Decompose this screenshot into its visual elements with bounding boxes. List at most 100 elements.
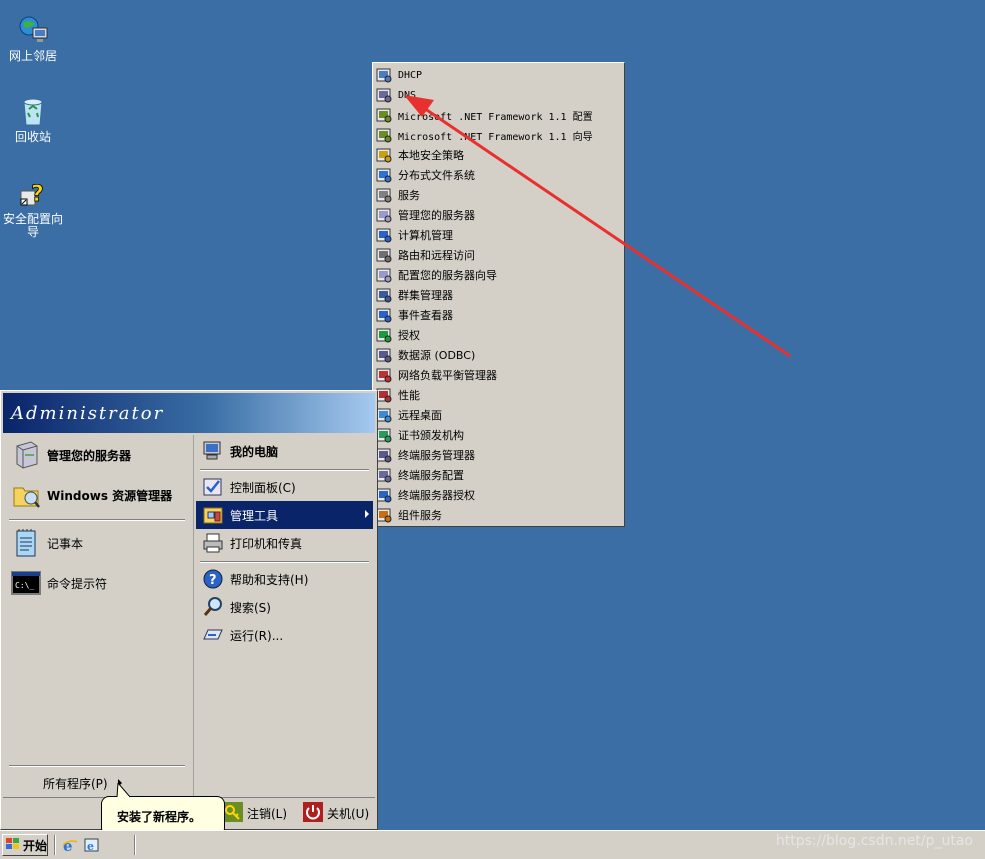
admin-tool-item-16[interactable]: 性能 — [373, 385, 624, 405]
desktop-icon-label: 网上邻居 — [8, 49, 57, 63]
admin-tool-item-20[interactable]: 终端服务配置 — [373, 465, 624, 485]
start-item-manage-server[interactable]: 管理您的服务器 — [7, 437, 189, 473]
admin-tool-label: 授权 — [398, 329, 420, 342]
admin-tool-label: 终端服务器授权 — [398, 489, 475, 502]
start-right-item-6[interactable]: 运行(R)... — [196, 621, 373, 649]
svg-text:e: e — [63, 837, 73, 853]
start-item-windows-explorer[interactable]: Windows 资源管理器 — [7, 477, 189, 513]
admin-tool-label: 群集管理器 — [398, 289, 453, 302]
admin-tool-item-14[interactable]: 数据源 (ODBC) — [373, 345, 624, 365]
internet-explorer-icon[interactable]: e — [62, 837, 78, 855]
start-right-item-1[interactable]: 控制面板(C) — [196, 473, 373, 501]
windows-logo-icon — [5, 837, 21, 854]
admin-tool-item-3[interactable]: Microsoft .NET Framework 1.1 向导 — [373, 125, 624, 145]
admin-tool-icon — [376, 387, 392, 403]
control-panel-icon — [202, 476, 224, 498]
start-button[interactable]: 开始 — [2, 834, 48, 856]
balloon-text: 安装了新程序。 — [117, 810, 202, 824]
admin-tool-item-9[interactable]: 路由和远程访问 — [373, 245, 624, 265]
admin-tool-item-11[interactable]: 群集管理器 — [373, 285, 624, 305]
taskbar-divider — [54, 835, 56, 855]
admin-tool-item-12[interactable]: 事件查看器 — [373, 305, 624, 325]
admin-tool-label: 终端服务管理器 — [398, 449, 475, 462]
my-computer-icon — [202, 440, 224, 462]
start-right-item-3[interactable]: 打印机和传真 — [196, 529, 373, 557]
admin-tool-label: 计算机管理 — [398, 229, 453, 242]
desktop-icon-label: 回收站 — [14, 130, 51, 144]
start-right-item-label: 搜索(S) — [230, 600, 271, 615]
search-icon — [202, 596, 224, 618]
admin-tool-item-1[interactable]: DNS — [373, 85, 624, 105]
admin-tool-label: DNS — [398, 89, 417, 101]
logoff-button[interactable]: 注销(L) — [223, 802, 287, 825]
start-item-label: Windows 资源管理器 — [47, 488, 173, 503]
admin-tool-item-18[interactable]: 证书颁发机构 — [373, 425, 624, 445]
admin-tool-item-8[interactable]: 计算机管理 — [373, 225, 624, 245]
start-right-item-2[interactable]: 管理工具 — [196, 501, 373, 529]
admin-tool-item-10[interactable]: 配置您的服务器向导 — [373, 265, 624, 285]
start-menu-user-name: Administrator — [3, 393, 375, 433]
start-right-item-0[interactable]: 我的电脑 — [196, 437, 373, 465]
admin-tool-icon — [376, 487, 392, 503]
start-menu-right-pane: 我的电脑 控制面板(C) 管理工具 打印机和传真? 帮助和支持(H) 搜索(S) 运行(R)… — [193, 435, 375, 797]
start-right-item-label: 管理工具 — [230, 508, 279, 523]
all-programs-button[interactable]: 所有程序(P) — [43, 774, 122, 792]
admin-tool-item-22[interactable]: 组件服务 — [373, 505, 624, 525]
desktop-icon-security-wizard[interactable]: ? 安全配置向导 — [0, 177, 68, 239]
admin-tool-item-0[interactable]: DHCP — [373, 65, 624, 85]
admin-tool-label: 远程桌面 — [398, 409, 442, 422]
admin-tool-item-2[interactable]: Microsoft .NET Framework 1.1 配置 — [373, 105, 624, 125]
security-wizard-icon: ? — [17, 177, 49, 209]
start-right-item-label: 我的电脑 — [230, 444, 279, 459]
start-label: 开始 — [23, 838, 48, 853]
admin-tools-submenu: DHCP DNS Microsoft .NET Framework 1.1 配置 Mi… — [372, 62, 625, 527]
desktop-icon-recycle-bin[interactable]: 回收站 — [0, 95, 68, 144]
printer-icon — [202, 532, 224, 554]
desktop-icon-label: 安全配置向导 — [2, 212, 63, 239]
admin-tool-icon — [376, 147, 392, 163]
admin-tool-label: 本地安全策略 — [398, 149, 464, 162]
admin-tool-icon — [376, 367, 392, 383]
admin-tool-icon — [376, 227, 392, 243]
admin-tool-item-4[interactable]: 本地安全策略 — [373, 145, 624, 165]
admin-tool-label: 分布式文件系统 — [398, 169, 475, 182]
server-manage-icon — [11, 440, 41, 470]
show-desktop-icon[interactable]: e — [84, 837, 100, 853]
start-menu-divider — [9, 519, 185, 521]
start-item-notepad[interactable]: 记事本 — [7, 525, 189, 561]
start-right-item-label: 运行(R)... — [230, 628, 284, 643]
admin-tool-item-21[interactable]: 终端服务器授权 — [373, 485, 624, 505]
cmd-icon: C:\_ — [11, 568, 41, 598]
admin-tool-label: 终端服务配置 — [398, 469, 464, 482]
admin-tool-icon — [376, 507, 392, 523]
admin-tool-icon — [376, 327, 392, 343]
admin-tool-icon — [376, 67, 392, 83]
admin-tool-icon — [376, 287, 392, 303]
logoff-label: 注销(L) — [247, 807, 288, 821]
start-menu-divider — [200, 561, 369, 563]
admin-tool-item-7[interactable]: 管理您的服务器 — [373, 205, 624, 225]
admin-tool-item-13[interactable]: 授权 — [373, 325, 624, 345]
start-item-command-prompt[interactable]: C:\_ 命令提示符 — [7, 565, 189, 601]
help-icon: ? — [202, 568, 224, 590]
admin-tool-label: 数据源 (ODBC) — [398, 349, 476, 362]
admin-tool-item-15[interactable]: 网络负载平衡管理器 — [373, 365, 624, 385]
shutdown-label: 关机(U) — [327, 807, 370, 821]
start-item-label: 命令提示符 — [47, 576, 108, 591]
start-right-item-4[interactable]: ? 帮助和支持(H) — [196, 565, 373, 593]
shutdown-button[interactable]: 关机(U) — [303, 802, 369, 825]
desktop-icon-network-places[interactable]: 网上邻居 — [0, 14, 68, 63]
start-right-item-label: 帮助和支持(H) — [230, 572, 309, 587]
key-icon — [223, 802, 243, 825]
admin-tool-item-17[interactable]: 远程桌面 — [373, 405, 624, 425]
start-right-item-5[interactable]: 搜索(S) — [196, 593, 373, 621]
start-right-item-label: 打印机和传真 — [230, 536, 303, 551]
admin-tool-label: 证书颁发机构 — [398, 429, 464, 442]
admin-tool-item-19[interactable]: 终端服务管理器 — [373, 445, 624, 465]
admin-tool-icon — [376, 107, 392, 123]
admin-tool-item-5[interactable]: 分布式文件系统 — [373, 165, 624, 185]
svg-text:?: ? — [31, 182, 44, 207]
admin-tool-item-6[interactable]: 服务 — [373, 185, 624, 205]
admin-tool-icon — [376, 167, 392, 183]
svg-text:?: ? — [209, 573, 217, 588]
